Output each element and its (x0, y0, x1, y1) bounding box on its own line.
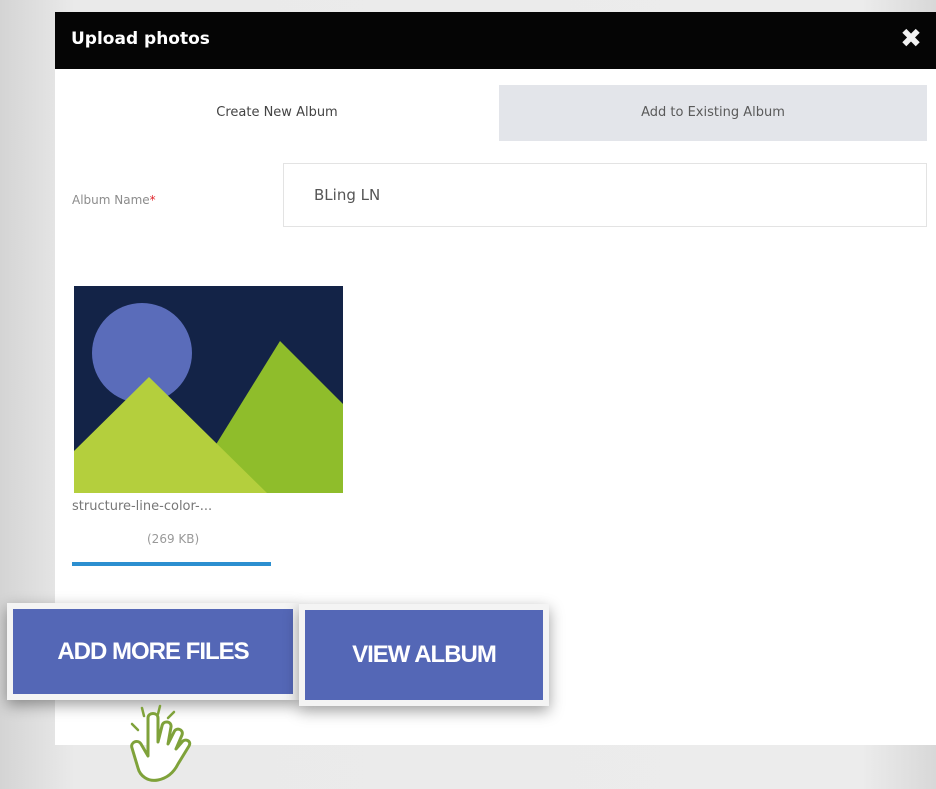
hand-pointer-icon (130, 704, 192, 782)
click-line-4 (166, 710, 176, 720)
tab-create-new-album[interactable]: Create New Album (55, 85, 499, 141)
close-icon[interactable]: ✖ (898, 24, 924, 54)
click-line-3 (156, 704, 162, 716)
click-line-1 (130, 722, 140, 732)
view-album-frame: VIEW ALBUM (299, 604, 549, 706)
upload-progress-bar (72, 562, 271, 566)
required-marker: * (149, 193, 156, 207)
add-more-files-frame: ADD MORE FILES (7, 603, 299, 700)
click-line-2 (140, 706, 146, 718)
file-size: (269 KB) (147, 532, 200, 546)
view-album-button[interactable]: VIEW ALBUM (305, 610, 543, 700)
album-name-input[interactable] (283, 163, 927, 227)
uploaded-image-thumbnail (74, 286, 343, 493)
album-name-label: Album Name* (72, 193, 156, 207)
add-more-files-button[interactable]: ADD MORE FILES (13, 609, 293, 694)
modal-title: Upload photos (71, 29, 210, 49)
album-name-label-text: Album Name (72, 193, 150, 207)
tab-add-to-existing-album[interactable]: Add to Existing Album (499, 85, 927, 141)
modal-header: Upload photos ✖ (55, 12, 936, 69)
file-name: structure-line-color-... (72, 499, 213, 514)
upload-progress-fill (72, 562, 271, 566)
